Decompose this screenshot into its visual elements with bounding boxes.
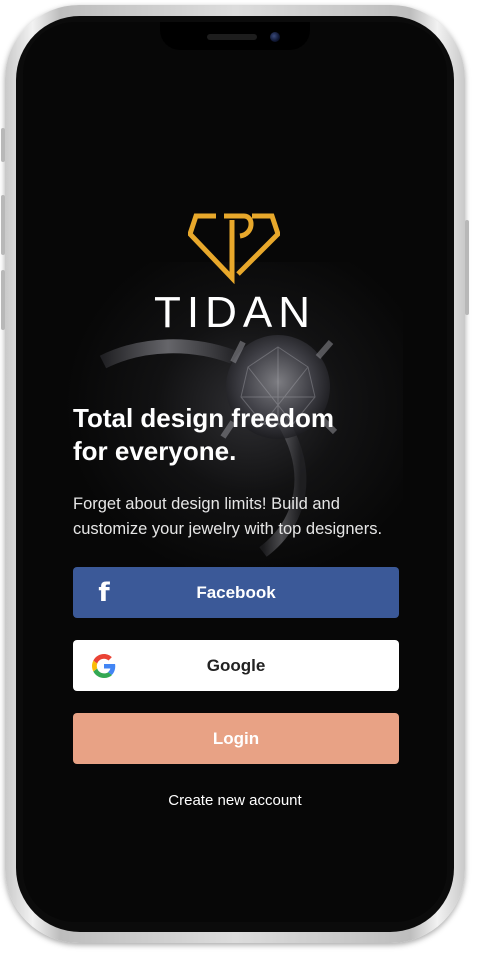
headline-line-2: for everyone. (73, 436, 237, 466)
login-button[interactable]: Login (73, 713, 399, 764)
facebook-login-button[interactable]: f Facebook (73, 567, 399, 618)
brand-name: TIDAN (154, 288, 316, 337)
diamond-logo-icon (188, 213, 280, 284)
google-g-icon (91, 653, 117, 679)
side-button-power (465, 220, 469, 315)
side-button-volume-up (1, 195, 5, 255)
google-button-label: Google (206, 655, 266, 675)
side-button-volume-down (1, 270, 5, 330)
app-screen: TIDAN Total design freedom for everyone.… (23, 22, 447, 922)
create-account-link[interactable]: Create new account (23, 792, 447, 809)
phone-notch (160, 22, 310, 50)
google-login-button[interactable]: Google (73, 640, 399, 691)
speaker-grille (207, 34, 257, 40)
facebook-f-icon: f (98, 578, 110, 608)
side-button-mute (1, 128, 5, 162)
front-camera (270, 32, 280, 42)
facebook-button-label: Facebook (196, 582, 276, 602)
subtext: Forget about design limits! Build and cu… (73, 495, 383, 538)
headline-line-1: Total design freedom (73, 403, 334, 433)
headline: Total design freedom for everyone. (73, 402, 393, 468)
login-button-label: Login (212, 728, 260, 748)
